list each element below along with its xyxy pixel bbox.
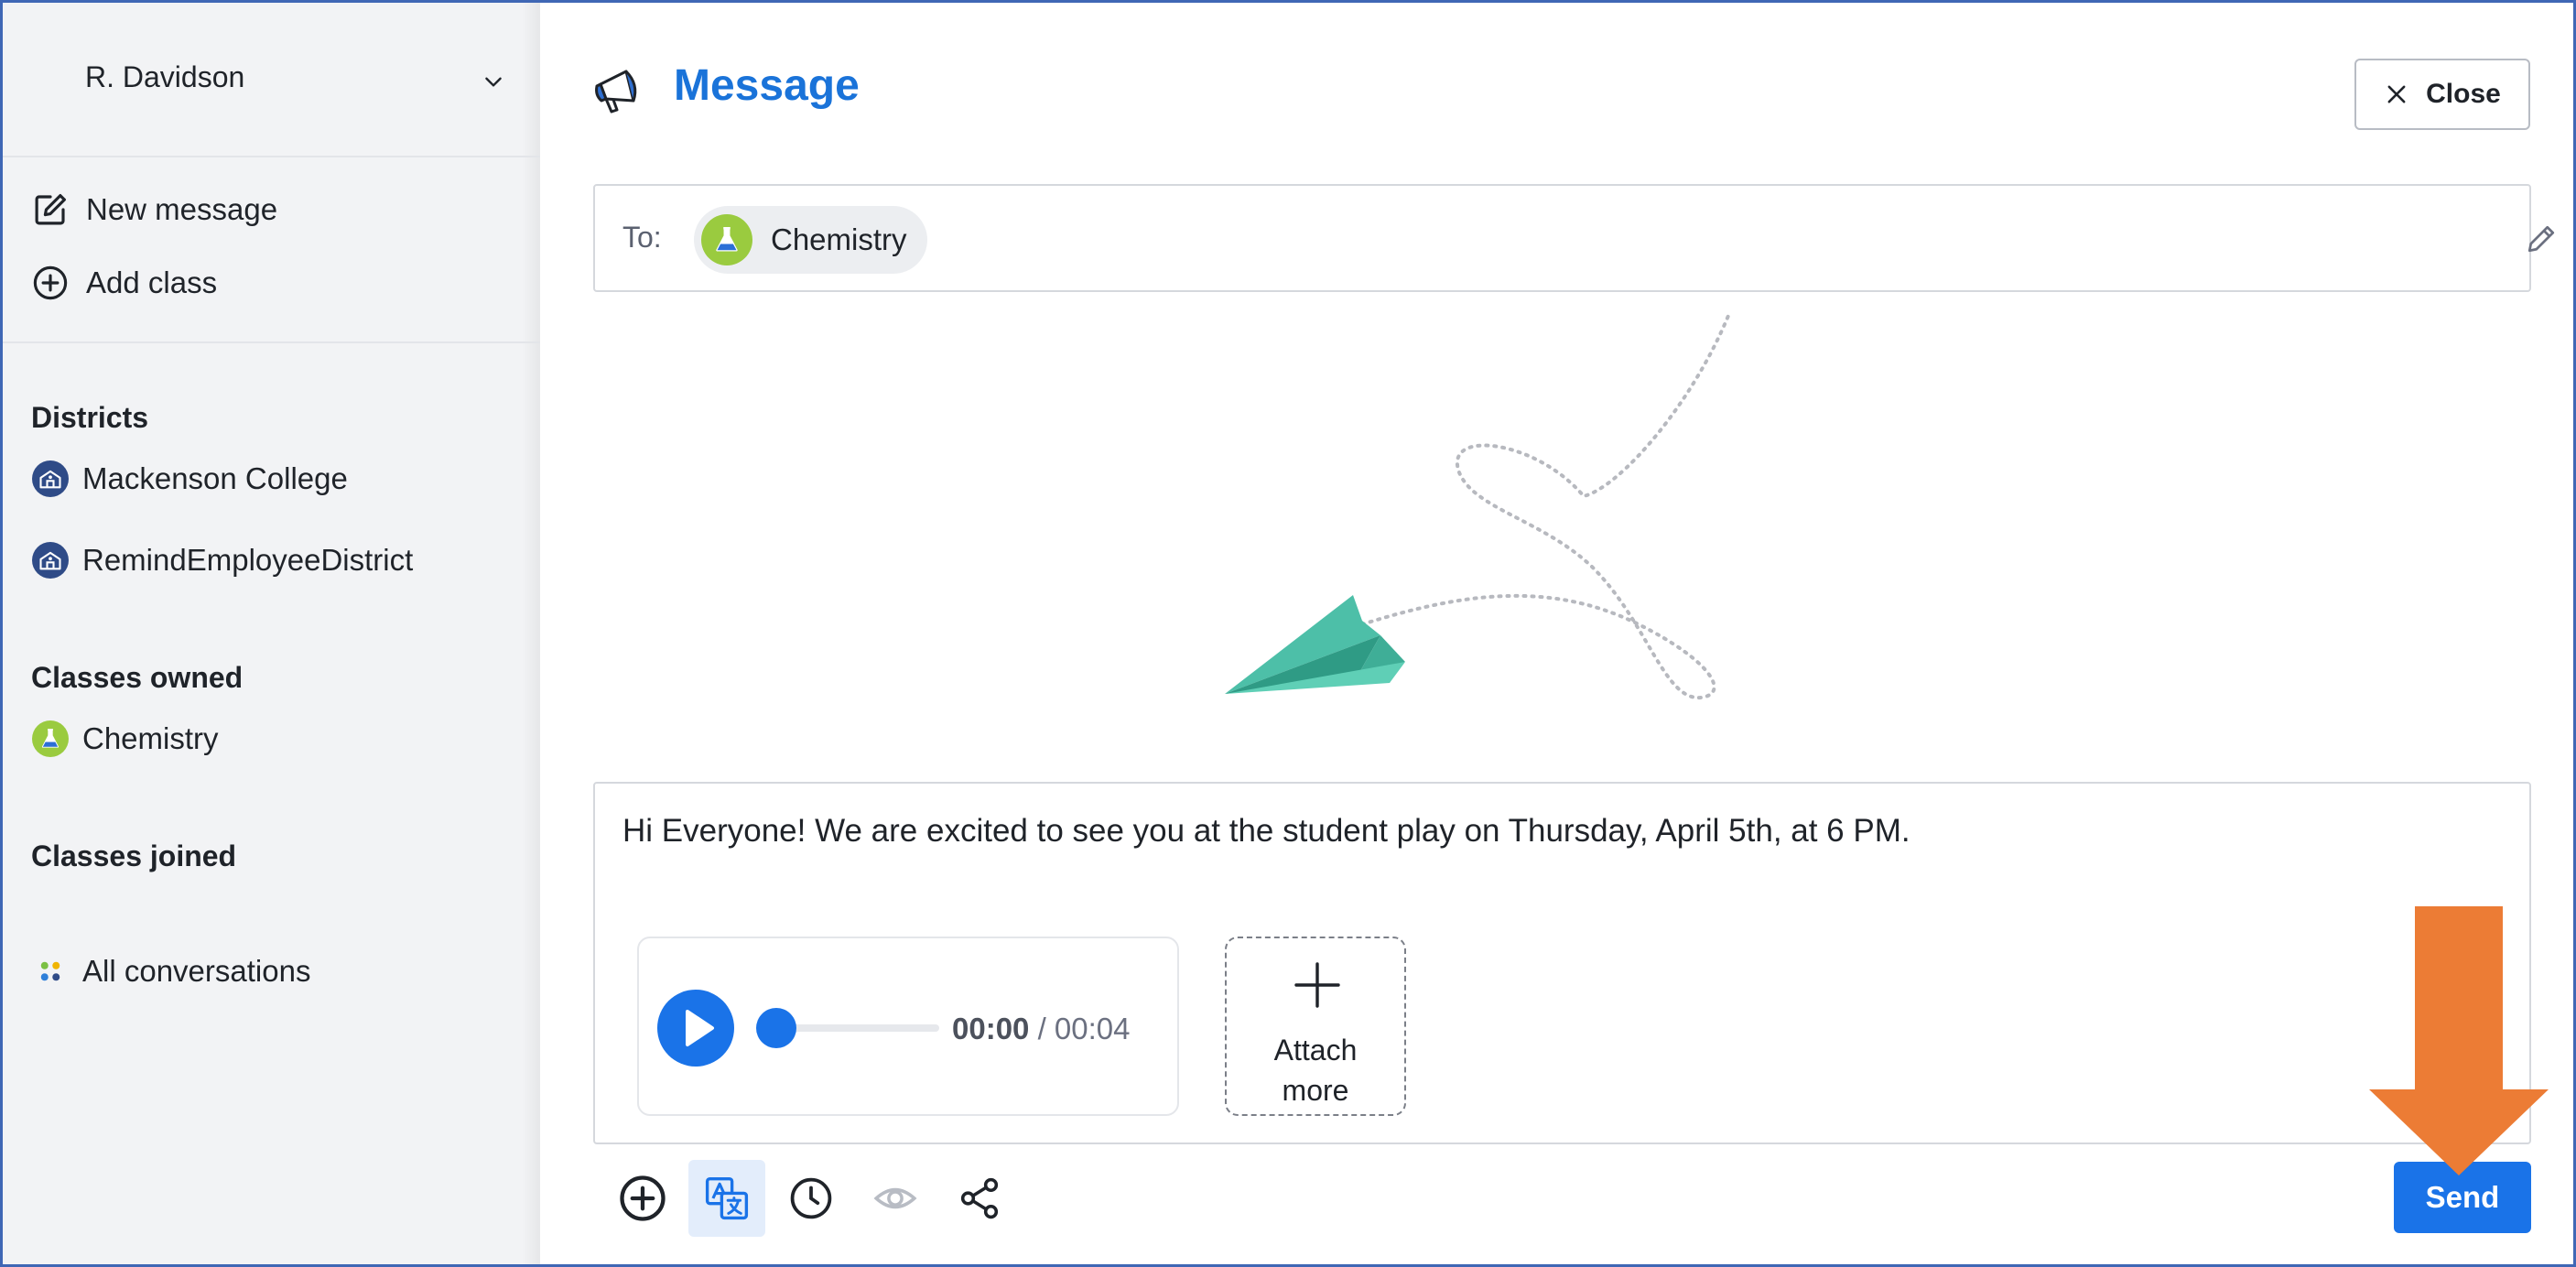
close-button[interactable]: Close <box>2354 59 2530 130</box>
audio-time-separator: / <box>1029 1012 1055 1045</box>
chevron-down-icon[interactable] <box>482 70 505 93</box>
school-icon <box>32 542 69 579</box>
district-label: Mackenson College <box>82 461 348 495</box>
callout-arrow-down-icon <box>2369 906 2549 1175</box>
add-attachment-button[interactable] <box>604 1160 681 1237</box>
audio-current-time: 00:00 <box>952 1012 1030 1045</box>
account-name: R. Davidson <box>85 60 245 93</box>
audio-time: 00:00 / 00:04 <box>952 1012 1131 1046</box>
sidebar-item-all-conversations[interactable]: All conversations <box>31 952 310 991</box>
class-label: Chemistry <box>82 721 219 755</box>
to-label: To: <box>622 221 662 254</box>
page-title: Message <box>674 61 860 110</box>
audio-total-time: 00:04 <box>1054 1012 1131 1045</box>
plus-icon <box>1294 962 1340 1008</box>
message-text[interactable]: Hi Everyone! We are excited to see you a… <box>622 813 1910 850</box>
districts-heading: Districts <box>31 401 149 434</box>
pencil-icon[interactable] <box>2525 222 2558 255</box>
schedule-button[interactable] <box>773 1160 850 1237</box>
share-button[interactable] <box>941 1160 1018 1237</box>
add-class-label: Add class <box>86 265 218 299</box>
attach-more-button[interactable]: Attach more <box>1225 937 1406 1116</box>
district-label: RemindEmployeeDistrict <box>82 543 414 577</box>
translate-icon <box>705 1176 749 1220</box>
eye-icon <box>873 1187 917 1209</box>
close-icon <box>2387 85 2406 103</box>
plus-circle-icon <box>620 1175 666 1221</box>
message-panel: Message Close To: Chemistry Hi Everyone!… <box>540 0 2576 1267</box>
close-label: Close <box>2426 79 2501 109</box>
audio-player: 00:00 / 00:04 <box>637 937 1179 1116</box>
share-icon <box>960 1177 999 1219</box>
paper-plane-illustration <box>1225 309 1732 700</box>
dots-grid-icon <box>31 952 70 991</box>
plus-circle-icon <box>31 264 70 302</box>
attach-more-line2: more <box>1282 1074 1349 1107</box>
play-button[interactable] <box>657 990 734 1067</box>
school-icon <box>32 460 69 497</box>
account-switcher[interactable]: R. Davidson <box>0 0 540 157</box>
sidebar-actions: New message Add class <box>0 157 540 343</box>
sidebar-item-chemistry[interactable]: Chemistry <box>31 720 219 758</box>
play-icon <box>686 1010 714 1046</box>
classes-joined-heading: Classes joined <box>31 839 237 872</box>
translate-button[interactable] <box>688 1160 765 1237</box>
recipients-field[interactable]: To: Chemistry <box>593 184 2555 292</box>
attach-more-line1: Attach <box>1273 1034 1358 1067</box>
preview-button[interactable] <box>857 1160 934 1237</box>
clock-icon <box>790 1177 832 1219</box>
sidebar-item-mackenson-college[interactable]: Mackenson College <box>31 460 348 498</box>
recipient-chip-label: Chemistry <box>771 222 907 256</box>
compose-toolbar <box>604 1159 1025 1238</box>
flask-icon <box>32 720 69 757</box>
megaphone-icon <box>595 70 637 114</box>
new-message-label: New message <box>86 192 278 226</box>
audio-progress-knob[interactable] <box>756 1008 796 1048</box>
attach-more-label: Attach more <box>1227 1030 1404 1110</box>
edit-square-icon <box>31 190 70 229</box>
flask-icon <box>701 214 752 265</box>
add-class-button[interactable]: Add class <box>31 264 217 302</box>
new-message-button[interactable]: New message <box>31 190 277 229</box>
sidebar: R. Davidson New message Add class Distri… <box>0 0 540 1267</box>
recipient-chip[interactable]: Chemistry <box>694 206 927 274</box>
all-conversations-label: All conversations <box>82 954 311 988</box>
message-compose-box[interactable]: Hi Everyone! We are excited to see you a… <box>593 782 2531 1144</box>
sidebar-item-remindemployeedistrict[interactable]: RemindEmployeeDistrict <box>31 541 413 579</box>
classes-owned-heading: Classes owned <box>31 661 244 694</box>
